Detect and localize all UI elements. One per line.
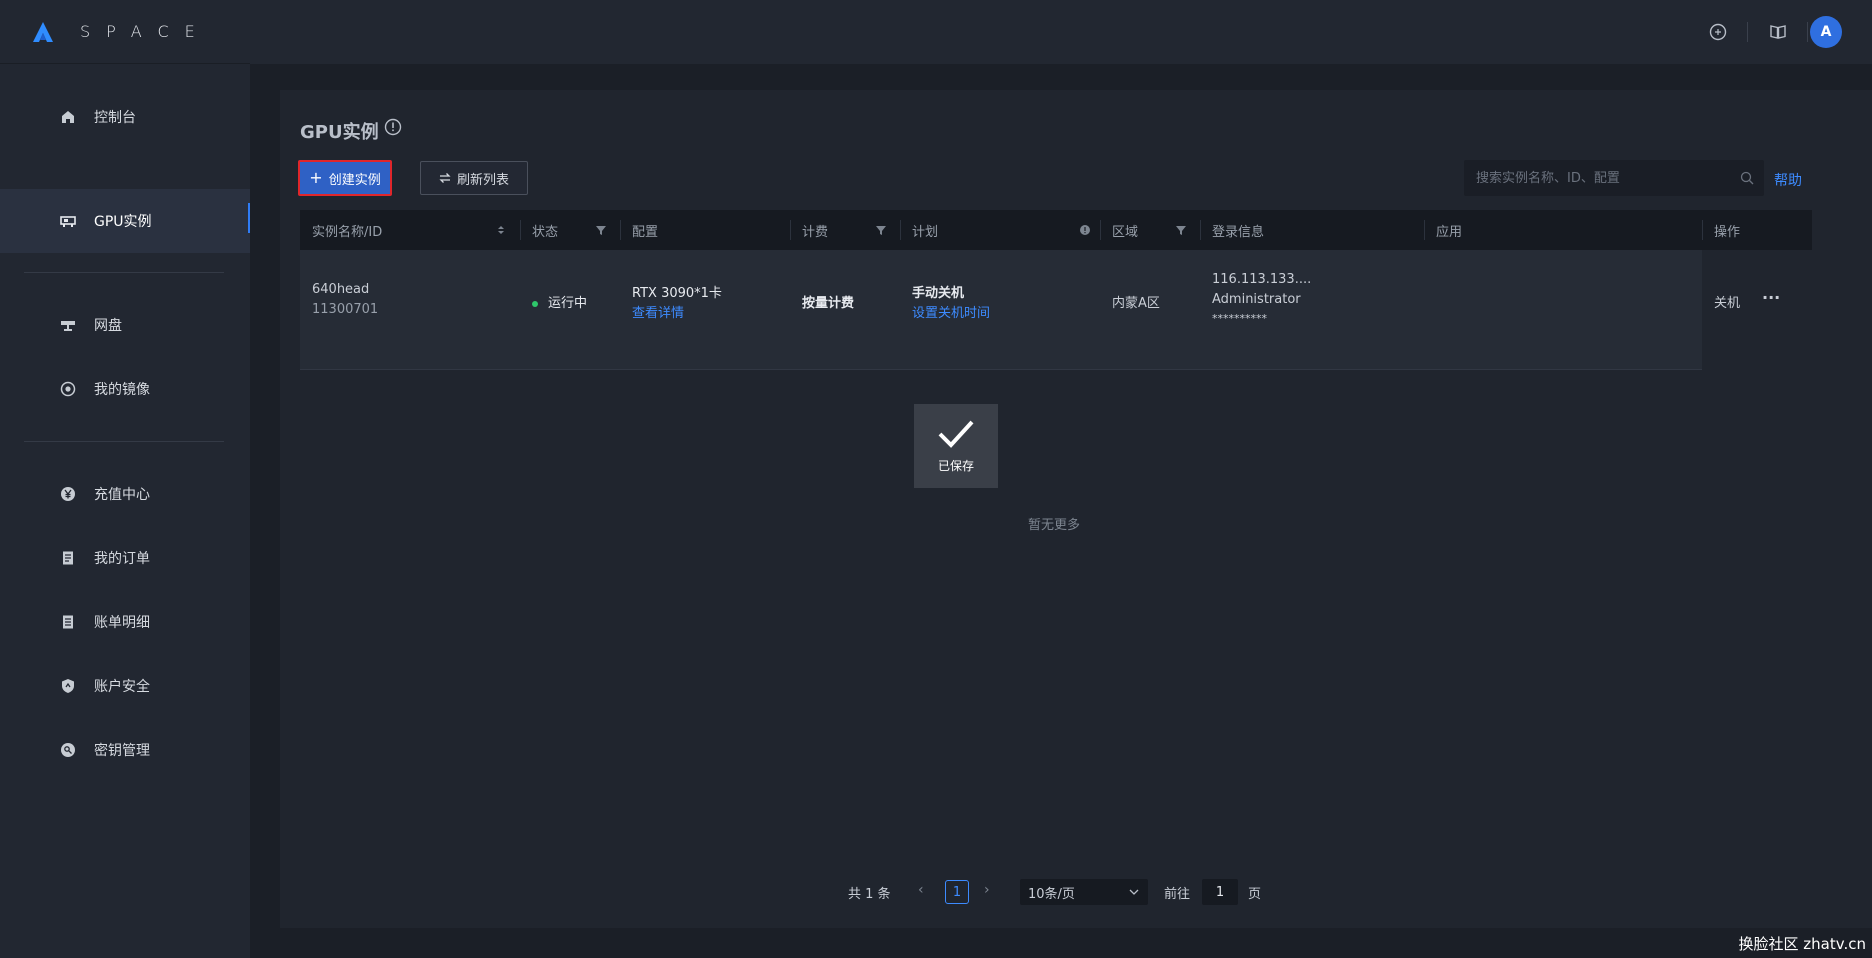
page-size-select[interactable]: 10条/页 [1020,879,1148,905]
sidebar-item-key-management[interactable]: 密钥管理 [0,718,250,782]
yen-icon [60,486,76,502]
instance-name: 640head [312,282,370,297]
running-status-dot [532,300,538,307]
login-ip[interactable]: 116.113.133.... [1212,272,1311,287]
sidebar-item-my-orders[interactable]: 我的订单 [0,526,250,590]
filter-icon[interactable] [1174,223,1188,237]
order-icon [60,550,76,566]
sidebar-item-label: 网盘 [94,318,122,334]
goto-label: 前往 [1164,887,1191,902]
refresh-list-label: 刷新列表 [456,172,509,188]
empty-more-text: 暂无更多 [1028,518,1081,533]
saved-toast: 已保存 [914,404,998,488]
login-username[interactable]: Administrator [1212,292,1301,307]
logo[interactable]: SPACE [0,0,250,64]
sidebar-item-label: 我的镜像 [94,382,150,398]
column-header-plan: 计划 [912,224,939,240]
key-icon [60,742,76,758]
sidebar-item-label: 密钥管理 [94,743,150,759]
column-header-apps: 应用 [1436,224,1463,240]
info-icon[interactable] [384,118,402,136]
sidebar-item-label: 充值中心 [94,487,150,503]
table-header: 实例名称/ID 状态 配置 计费 计划 区域 登录信息 应用 操作 [300,210,1812,250]
goto-page-input[interactable]: 1 [1202,879,1238,905]
sidebar-item-recharge[interactable]: 充值中心 [0,462,250,526]
bill-icon [60,614,76,630]
billing-text: 按量计费 [802,296,855,311]
shield-icon [60,678,76,694]
plan-text: 手动关机 [912,286,965,301]
logo-text: SPACE [80,22,211,41]
disk-icon [60,317,76,333]
page-number-current[interactable]: 1 [945,880,969,904]
create-instance-button[interactable]: + 创建实例 [298,160,392,196]
status-badge: 运行中 [532,292,587,311]
column-header-login-info: 登录信息 [1212,224,1265,240]
refresh-icon [439,173,451,183]
view-details-link[interactable]: 查看详情 [632,302,684,321]
page-size-value: 10条/页 [1028,886,1075,902]
column-header-config: 配置 [632,224,659,240]
filter-icon[interactable] [874,223,888,237]
table-row: 640head 11300701 运行中 RTX 3090*1卡 查看详情 按量… [300,250,1812,370]
status-text: 运行中 [548,296,588,311]
docs-book-icon[interactable] [1768,22,1788,42]
search-box [1464,160,1764,196]
prev-page-icon[interactable]: ‹ [918,882,932,898]
checkmark-icon [938,420,974,448]
more-options-icon[interactable]: ··· [1762,288,1780,307]
column-header-status: 状态 [532,224,559,240]
support-icon[interactable] [1708,22,1728,42]
divider [24,272,224,273]
column-header-region: 区域 [1112,224,1139,240]
divider [1747,22,1748,42]
total-count: 共 1 条 [848,887,891,902]
goto-suffix: 页 [1248,887,1262,902]
sidebar-item-account-security[interactable]: 账户安全 [0,654,250,718]
login-password[interactable]: ********** [1212,312,1267,325]
config-text: RTX 3090*1卡 [632,286,722,301]
logo-icon [33,21,53,42]
sidebar-item-console[interactable]: 控制台 [0,85,250,149]
info-icon[interactable] [1078,223,1092,237]
sidebar-item-netdisk[interactable]: 网盘 [0,293,250,357]
toast-text: 已保存 [937,458,974,473]
main-panel: GPU实例 + 创建实例 刷新列表 帮助 实例名称/ID 状态 配置 计费 计划 [280,90,1872,928]
create-instance-label: 创建实例 [328,172,381,188]
region-text: 内蒙A区 [1112,296,1160,311]
divider [1807,22,1808,42]
chevron-down-icon [1129,889,1139,895]
instance-id: 11300701 [312,302,379,317]
avatar[interactable]: A [1810,16,1842,48]
search-icon[interactable] [1740,171,1754,185]
help-link[interactable]: 帮助 [1774,170,1802,190]
page-title: GPU实例 [300,122,379,143]
shutdown-button[interactable]: 关机 [1714,292,1740,311]
watermark: 换脸社区 zhatv.cn [1738,935,1866,953]
column-header-billing: 计费 [802,224,829,240]
sidebar: SPACE 控制台 GPU实例 网盘 我的镜像 充值中心 我的订单 账单明细 账… [0,0,250,958]
sidebar-item-label: 控制台 [94,110,136,126]
image-icon [60,381,76,397]
column-header-actions: 操作 [1714,224,1741,240]
sidebar-item-label: GPU实例 [94,214,152,230]
set-shutdown-time-link[interactable]: 设置关机时间 [912,302,990,321]
refresh-list-button[interactable]: 刷新列表 [420,161,528,195]
topbar: A [250,0,1872,64]
sort-icon[interactable] [494,223,508,237]
sidebar-item-billing-details[interactable]: 账单明细 [0,590,250,654]
column-header-name[interactable]: 实例名称/ID [300,210,382,250]
sidebar-item-gpu-instances[interactable]: GPU实例 [0,189,250,253]
next-page-icon[interactable]: › [984,882,998,898]
sidebar-item-label: 我的订单 [94,551,150,567]
gpu-icon [60,213,76,229]
sidebar-item-label: 账单明细 [94,615,150,631]
search-input[interactable] [1464,160,1764,196]
home-icon [60,109,76,125]
divider [24,441,224,442]
sidebar-item-my-images[interactable]: 我的镜像 [0,357,250,421]
plus-icon: + [309,168,323,187]
sidebar-item-label: 账户安全 [94,679,150,695]
filter-icon[interactable] [594,223,608,237]
